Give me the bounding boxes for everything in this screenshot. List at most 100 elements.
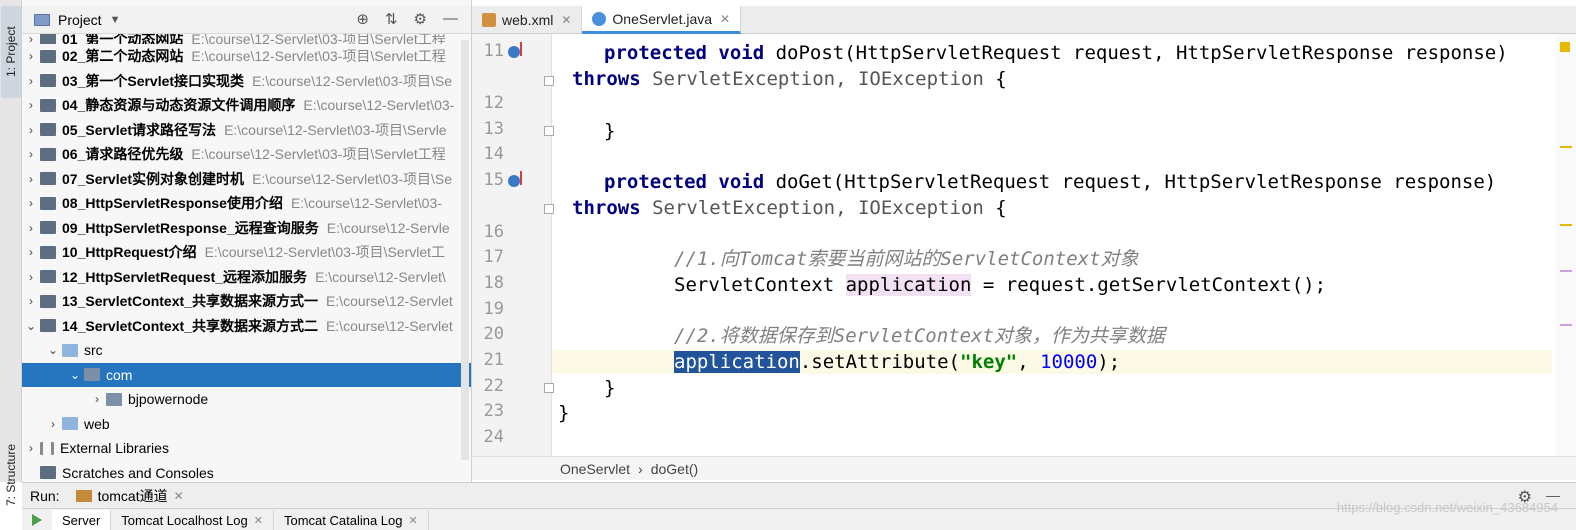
close-icon[interactable]: ✕ [561,13,571,27]
chevron-right-icon[interactable]: › [22,270,40,284]
tree-row[interactable]: › 04_静态资源与动态资源文件调用顺序 E:\course\12-Servlet\… [22,93,471,118]
play-icon[interactable] [32,513,42,526]
chevron-right-icon[interactable]: › [22,172,40,186]
scratches-icon [40,466,56,480]
chevron-right-icon[interactable]: › [44,417,62,431]
line-number: 15 [483,170,504,190]
tab-tomcat-catalina-log[interactable]: Tomcat Catalina Log ✕ [274,510,429,530]
chevron-right-icon[interactable]: › [22,441,40,455]
tree-row[interactable]: › 08_HttpServletResponse使用介绍 E:\course\12-… [22,191,471,216]
run-label: Run: [30,487,60,504]
close-icon[interactable]: ✕ [720,12,730,26]
chevron-down-icon[interactable]: ⌄ [66,368,84,382]
tree-row-external-libraries[interactable]: › External Libraries [22,436,471,461]
locate-icon[interactable]: ⊕ [356,10,369,28]
tree-row[interactable]: › 13_ServletContext_共享数据来源方式一 E:\course\12… [22,289,471,314]
code-comment: //1.向Tomcat索要当前网站的ServletContext对象 [674,248,1139,270]
line-number: 23 [483,401,504,421]
tab-web-xml[interactable]: web.xml ✕ [472,6,583,34]
module-icon [40,245,56,259]
chevron-right-icon[interactable]: › [22,98,40,112]
chevron-right-icon[interactable]: › [22,123,40,137]
tree-row-scratches[interactable]: Scratches and Consoles [22,461,471,483]
collapse-all-icon[interactable]: ⇅ [385,10,398,28]
tree-row[interactable]: › 02_第二个动态网站 E:\course\12-Servlet\03-项目\Se… [22,44,471,69]
tree-row[interactable]: › 10_HttpRequest介绍 E:\course\12-Servlet\03… [22,240,471,265]
breadcrumb: OneServlet › doGet() [472,456,1576,480]
project-panel-title[interactable]: Project [58,12,102,28]
editor-tabs: web.xml ✕ OneServlet.java ✕ [472,6,1576,34]
web-folder-icon [62,417,78,431]
line-number: 18 [483,273,504,293]
module-icon [40,319,56,333]
tree-row[interactable]: ⌄ 14_ServletContext_共享数据来源方式二 E:\course\12… [22,314,471,339]
inspection-status-icon[interactable] [1560,42,1570,52]
hide-icon[interactable]: — [443,10,458,28]
code-line: } [604,377,616,399]
chevron-down-icon[interactable]: ⌄ [22,319,40,333]
library-icon [40,441,54,455]
code-line-current: application.setAttribute("key", 10000); [674,351,1121,373]
source-folder-icon [62,343,78,357]
line-number: 14 [483,144,504,164]
tree-row[interactable]: › 01_第一个动态网站 E:\course\12-Servlet\03-项目\… [22,34,471,44]
line-number: 13 [483,119,504,139]
tree-row[interactable]: › 06_请求路径优先级 E:\course\12-Servlet\03-项目\Se… [22,142,471,167]
code-line: } [604,120,616,142]
chevron-right-icon[interactable]: › [88,392,106,406]
project-panel: Project ▼ ⊕ ⇅ ⚙ — › 01_第一个动态网站 E:\course… [22,0,472,482]
tree-row-src[interactable]: ⌄ src [22,338,471,363]
warning-marker[interactable] [1560,146,1572,148]
tree-row[interactable]: › 07_Servlet实例对象创建时机 E:\course\12-Servlet\… [22,167,471,192]
chevron-right-icon[interactable]: › [22,74,40,88]
structure-tool-tab[interactable]: 7: Structure [1,438,21,512]
override-marker-icon[interactable] [508,171,522,187]
override-marker-icon[interactable] [508,42,522,58]
chevron-right-icon[interactable]: › [22,196,40,210]
close-icon[interactable]: ✕ [409,514,418,527]
editor-gutter[interactable]: 11 12 13 14 15 16 17 18 19 20 21 22 23 2… [472,34,554,456]
chevron-right-icon[interactable]: › [22,221,40,235]
module-icon [40,172,56,186]
project-tool-tab[interactable]: 1: Project [1,6,21,98]
chevron-right-icon[interactable]: › [22,294,40,308]
tree-row[interactable]: › 12_HttpServletRequest_远程添加服务 E:\course\1… [22,265,471,290]
code-comment: //2.将数据保存到ServletContext对象，作为共享数据 [674,325,1165,347]
error-stripe[interactable] [1556,34,1576,456]
close-icon[interactable]: ✕ [174,489,184,503]
chevron-down-icon[interactable]: ⌄ [44,343,62,357]
tree-row[interactable]: › 05_Servlet请求路径写法 E:\course\12-Servlet\03… [22,118,471,143]
usage-marker[interactable] [1560,270,1572,272]
tree-row-web[interactable]: › web [22,412,471,437]
run-config-tab[interactable]: tomcat通道 ✕ [75,486,184,506]
module-icon [40,98,56,112]
line-number: 21 [483,350,504,370]
tab-tomcat-localhost-log[interactable]: Tomcat Localhost Log ✕ [111,510,274,530]
chevron-right-icon[interactable]: › [22,245,40,259]
tree-row[interactable]: › 03_第一个Servlet接口实现类 E:\course\12-Servlet\… [22,69,471,94]
xml-file-icon [482,13,496,27]
tree-row-com[interactable]: ⌄ com [22,362,471,387]
chevron-right-icon[interactable]: › [22,147,40,161]
code-editor[interactable]: protected void doPost(HttpServletRequest… [552,34,1552,456]
chevron-right-icon[interactable]: › [22,49,40,63]
line-number: 17 [483,247,504,267]
project-scrollbar[interactable] [461,40,469,460]
breadcrumb-method[interactable]: doGet() [651,461,698,477]
code-line: ServletContext application = request.get… [674,274,1327,296]
code-line: protected void doGet(HttpServletRequest … [604,171,1497,193]
line-number: 12 [483,93,504,113]
close-icon[interactable]: ✕ [254,514,263,527]
tree-row[interactable]: › 09_HttpServletResponse_远程查询服务 E:\course\… [22,216,471,241]
tab-server[interactable]: Server [52,510,112,530]
usage-marker[interactable] [1560,324,1572,326]
tree-row-bjpowernode[interactable]: › bjpowernode [22,387,471,412]
line-number: 16 [483,222,504,242]
tab-oneservlet-java[interactable]: OneServlet.java ✕ [582,6,742,34]
gear-icon[interactable]: ⚙ [414,10,427,28]
warning-marker[interactable] [1560,224,1572,226]
breadcrumb-class[interactable]: OneServlet [560,461,630,477]
project-tree: › 01_第一个动态网站 E:\course\12-Servlet\03-项目\… [22,34,471,483]
code-line: throws ServletException, IOException { [572,68,1007,90]
chevron-down-icon[interactable]: ▼ [110,14,121,26]
